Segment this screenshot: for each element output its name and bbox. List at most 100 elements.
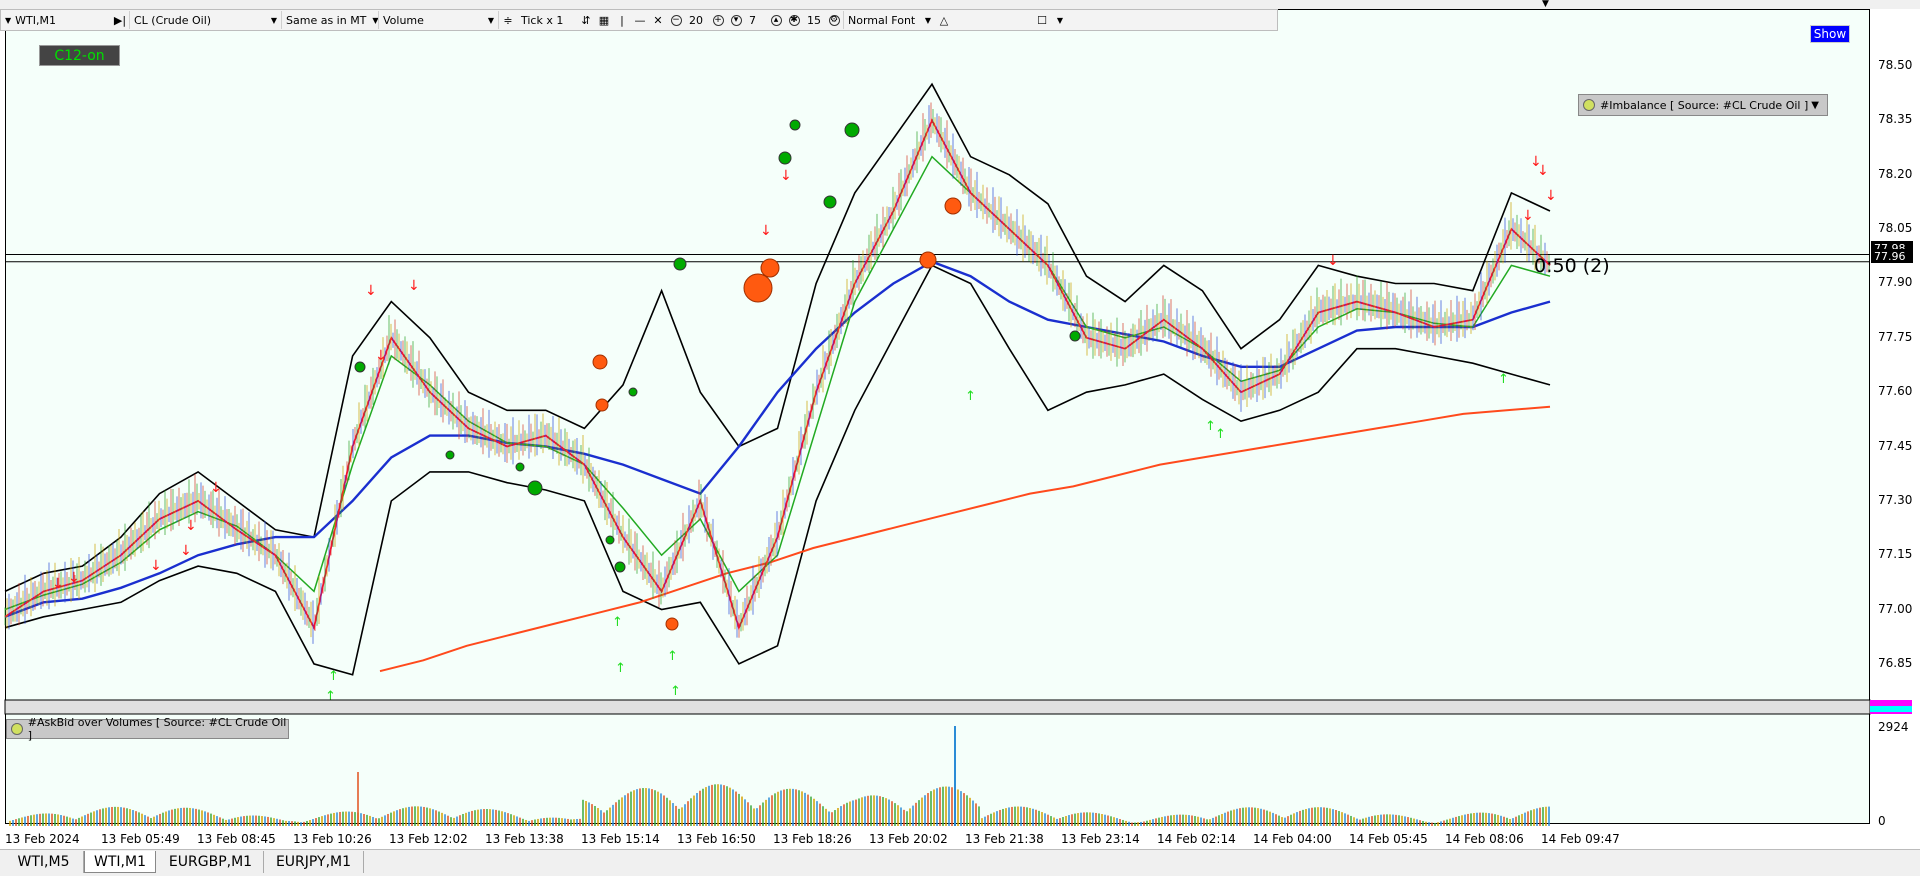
window-menu[interactable]: ▼ WTI,M1	[1, 11, 111, 29]
indicator-marker	[1870, 706, 1912, 712]
star-icon[interactable]: ✱	[785, 11, 803, 29]
sell-arrow-icon: ↓	[408, 278, 420, 294]
sell-arrow-icon: ↓	[68, 570, 80, 586]
price-chart[interactable]: ↓ ↓↓↓↓↓↓↓↓↓↓↓↓↓↓↓↑↑↑↑↑↑↑↑↑↑	[0, 0, 1920, 875]
mode-select[interactable]: Same as in MT ▼	[281, 11, 379, 29]
signal-dot	[515, 462, 525, 472]
chevron-down-icon: ▼	[924, 15, 931, 25]
font-select[interactable]: Normal Font ▼	[843, 11, 935, 29]
time-axis-label: 14 Feb 09:47	[1541, 832, 1620, 846]
chart-toolbar: ▼ WTI,M1 ▶| CL (Crude Oil) ▼ Same as in M…	[0, 9, 1278, 31]
c12-badge[interactable]: C12-on	[39, 45, 120, 66]
decrease-icon[interactable]: ▾	[727, 11, 745, 29]
value-1: 20	[685, 11, 709, 29]
indicator-separator	[4, 699, 1871, 715]
imbalance-indicator[interactable]: #Imbalance [ Source: #CL Crude Oil ] ▼	[1578, 94, 1828, 116]
price-tag: 77.96	[1871, 249, 1913, 263]
show-button[interactable]: Show	[1810, 25, 1850, 43]
signal-dot-orange	[760, 258, 780, 278]
time-axis-label: 13 Feb 10:26	[293, 832, 372, 846]
volume-label: #AskBid over Volumes [ Source: #CL Crude…	[27, 716, 287, 742]
sell-arrow-icon: ↓	[760, 223, 772, 239]
warning-icon[interactable]: △	[935, 11, 953, 29]
chevron-down-icon: ▼	[487, 15, 494, 25]
price-axis-label: 77.30	[1878, 492, 1913, 507]
signal-dot	[527, 480, 543, 496]
play-forward-icon[interactable]: ▶|	[111, 11, 129, 29]
zoom-in-icon[interactable]: +	[709, 11, 727, 29]
buy-arrow-icon: ↑	[667, 649, 678, 664]
time-axis-label: 14 Feb 02:14	[1157, 832, 1236, 846]
time-axis-label: 13 Feb 20:02	[869, 832, 948, 846]
data-select[interactable]: Volume ▼	[378, 11, 498, 29]
zoom-out-icon[interactable]: −	[667, 11, 685, 29]
signal-dot-orange	[743, 273, 773, 303]
time-axis-label: 13 Feb 2024	[5, 832, 80, 846]
signal-dot	[844, 122, 860, 138]
volume-indicator[interactable]: #AskBid over Volumes [ Source: #CL Crude…	[6, 716, 289, 742]
font-select-value: Normal Font	[848, 13, 916, 27]
bars-icon[interactable]: ▦	[595, 11, 613, 29]
indicator-status-icon	[1583, 99, 1595, 111]
signal-dot	[789, 119, 801, 131]
settings-icon[interactable]: ⚙	[825, 11, 843, 29]
sell-arrow-icon: ↓	[150, 558, 162, 574]
signal-dot-orange	[592, 354, 608, 370]
window-label: WTI,M1	[15, 13, 56, 27]
tick-multiplier[interactable]: Tick x 1	[517, 11, 577, 29]
align-icon[interactable]: ≑	[498, 11, 517, 29]
signal-dot	[614, 561, 626, 573]
price-axis-label: 77.75	[1878, 329, 1913, 344]
close-icon[interactable]: ✕	[649, 11, 667, 29]
sell-arrow-icon: ↓	[52, 576, 64, 592]
price-axis-label: 78.50	[1878, 58, 1913, 73]
buy-arrow-icon: ↑	[612, 615, 623, 630]
buy-arrow-icon: ↑	[328, 669, 339, 684]
value-3: 15	[803, 11, 825, 29]
window-caret-icon[interactable]: ▼	[1051, 11, 1069, 29]
chevron-down-icon[interactable]: ▼	[1811, 100, 1819, 111]
tab-wti-m5[interactable]: WTI,M5	[4, 851, 84, 873]
signal-dot	[673, 257, 687, 271]
buy-arrow-icon: ↑	[965, 389, 976, 404]
time-axis-label: 13 Feb 08:45	[197, 832, 276, 846]
price-axis-label: 78.35	[1878, 112, 1913, 127]
sell-arrow-icon: ↓	[365, 283, 377, 299]
signal-dot	[354, 361, 366, 373]
time-axis-label: 13 Feb 13:38	[485, 832, 564, 846]
time-axis-label: 13 Feb 15:14	[581, 832, 660, 846]
ma-slow-line	[4, 260, 1551, 618]
sell-arrow-icon: ↓	[210, 480, 222, 496]
signal-dot-orange	[919, 251, 937, 269]
price-axis-label: 78.05	[1878, 221, 1913, 236]
buy-arrow-icon: ↑	[1215, 427, 1226, 442]
value-2-text: 7	[749, 13, 756, 27]
signal-dot	[778, 151, 792, 165]
tab-eurjpy-m1[interactable]: EURJPY,M1	[264, 851, 364, 873]
price-axis-label: 77.90	[1878, 275, 1913, 290]
increase-icon[interactable]: ▴	[767, 11, 785, 29]
sell-arrow-icon: ↓	[1545, 188, 1557, 204]
window-square-icon[interactable]: ☐	[1033, 11, 1051, 29]
signal-dot-orange	[595, 398, 609, 412]
time-axis-label: 13 Feb 16:50	[677, 832, 756, 846]
time-axis-label: 13 Feb 18:26	[773, 832, 852, 846]
volume-axis-label: 2924	[1878, 720, 1909, 734]
line-tool-icon[interactable]: —	[631, 11, 649, 29]
sell-arrow-icon: ↓	[185, 518, 197, 534]
tab-eurgbp-m1[interactable]: EURGBP,M1	[158, 851, 264, 873]
symbol-select[interactable]: CL (Crude Oil) ▼	[129, 11, 281, 29]
time-axis-label: 13 Feb 05:49	[101, 832, 180, 846]
chart-tabs: WTI,M5 WTI,M1 EURGBP,M1 EURJPY,M1	[0, 849, 1920, 876]
tick-label: Tick x 1	[521, 13, 564, 27]
tab-wti-m1[interactable]: WTI,M1	[84, 851, 156, 873]
volume-axis-label: 0	[1878, 814, 1886, 828]
buy-arrow-icon: ↑	[1498, 372, 1509, 387]
imbalance-label: #Imbalance [ Source: #CL Crude Oil ]	[1600, 98, 1809, 112]
data-select-value: Volume	[383, 13, 424, 27]
value-1-text: 20	[689, 13, 703, 27]
bar-countdown: 0:50 (2)	[1534, 255, 1610, 277]
time-axis-label: 14 Feb 05:45	[1349, 832, 1428, 846]
value-3-text: 15	[807, 13, 821, 27]
split-icon[interactable]: ⇵	[577, 11, 595, 29]
